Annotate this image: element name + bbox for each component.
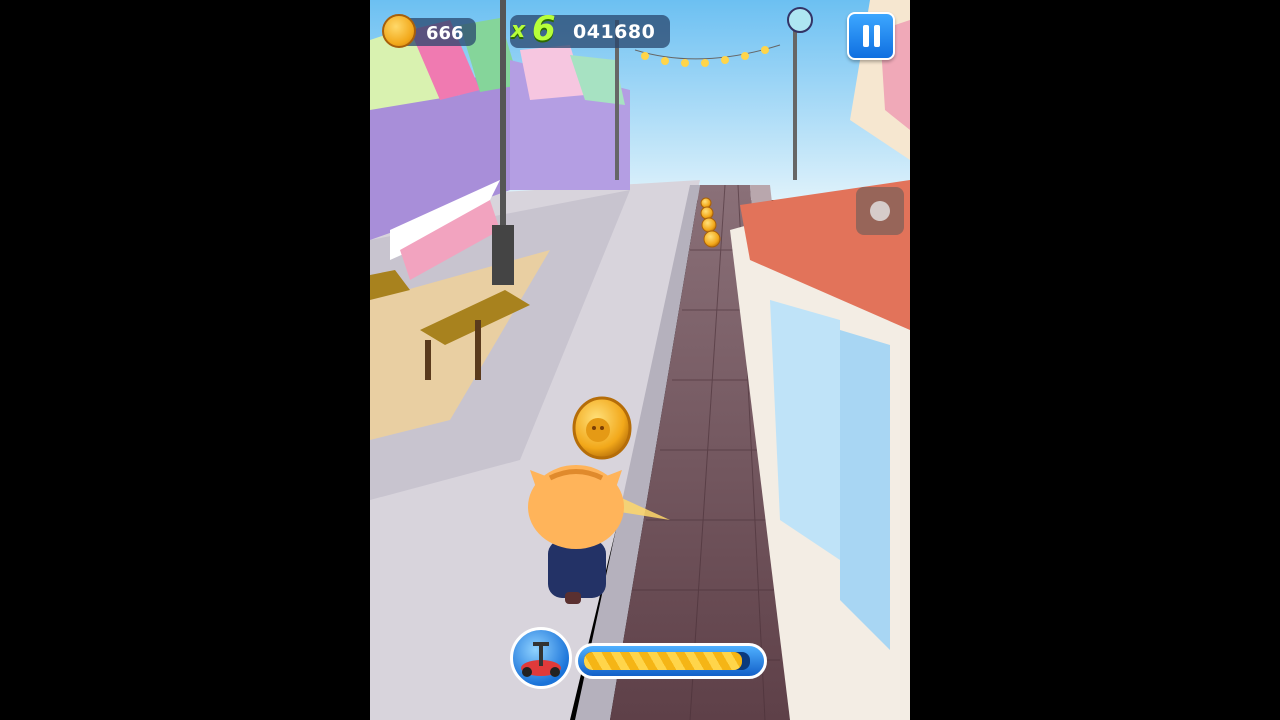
coin-count: 666 (426, 23, 464, 44)
floating-overlay-button[interactable] (856, 187, 904, 235)
powerup-progress-bar (575, 643, 767, 679)
scooter-icon (510, 627, 572, 689)
score-value: 041680 (573, 21, 656, 43)
cat-coin-icon (382, 14, 416, 48)
lamp-post (500, 0, 506, 240)
powerup-progress-fill (584, 652, 742, 670)
coin (572, 396, 632, 460)
game-viewport[interactable]: 666 x 6 041680 (370, 0, 910, 720)
score-multiplier: 6 (532, 9, 556, 49)
street-scene (370, 0, 910, 720)
pause-icon (863, 25, 881, 47)
pause-button[interactable] (847, 12, 895, 60)
multiplier-prefix: x (511, 18, 526, 43)
